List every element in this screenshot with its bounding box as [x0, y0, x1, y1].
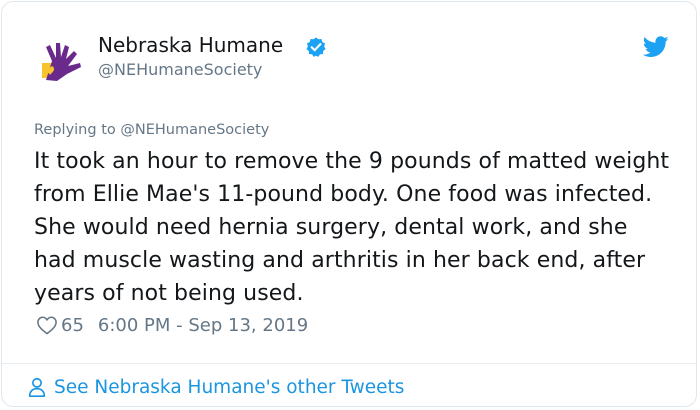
tweet-embed-card: Nebraska Humane @NEHumaneSociety Replyin…	[1, 1, 697, 407]
person-outline-icon	[28, 377, 46, 397]
tweet-timestamp[interactable]: 6:00 PM - Sep 13, 2019	[98, 315, 308, 336]
replying-to-label: Replying to	[34, 122, 121, 138]
replying-to-handle-link[interactable]: @NEHumaneSociety	[120, 122, 269, 138]
nebraska-humane-logo-avatar[interactable]	[39, 39, 85, 85]
replying-to-line: Replying to @NEHumaneSociety	[34, 122, 269, 138]
see-other-tweets-link[interactable]: See Nebraska Humane's other Tweets	[26, 375, 404, 399]
verified-badge-icon	[306, 37, 326, 57]
heart-outline-icon[interactable]	[36, 315, 58, 335]
author-handle[interactable]: @NEHumaneSociety	[98, 60, 262, 79]
twitter-bird-icon[interactable]	[643, 36, 669, 58]
like-count[interactable]: 65	[61, 315, 84, 336]
tweet-meta-row: 65 6:00 PM - Sep 13, 2019	[36, 313, 308, 337]
see-other-tweets-label: See Nebraska Humane's other Tweets	[54, 376, 405, 398]
author-name[interactable]: Nebraska Humane	[98, 33, 283, 57]
footer-divider	[2, 363, 696, 364]
tweet-text: It took an hour to remove the 9 pounds o…	[34, 149, 670, 306]
